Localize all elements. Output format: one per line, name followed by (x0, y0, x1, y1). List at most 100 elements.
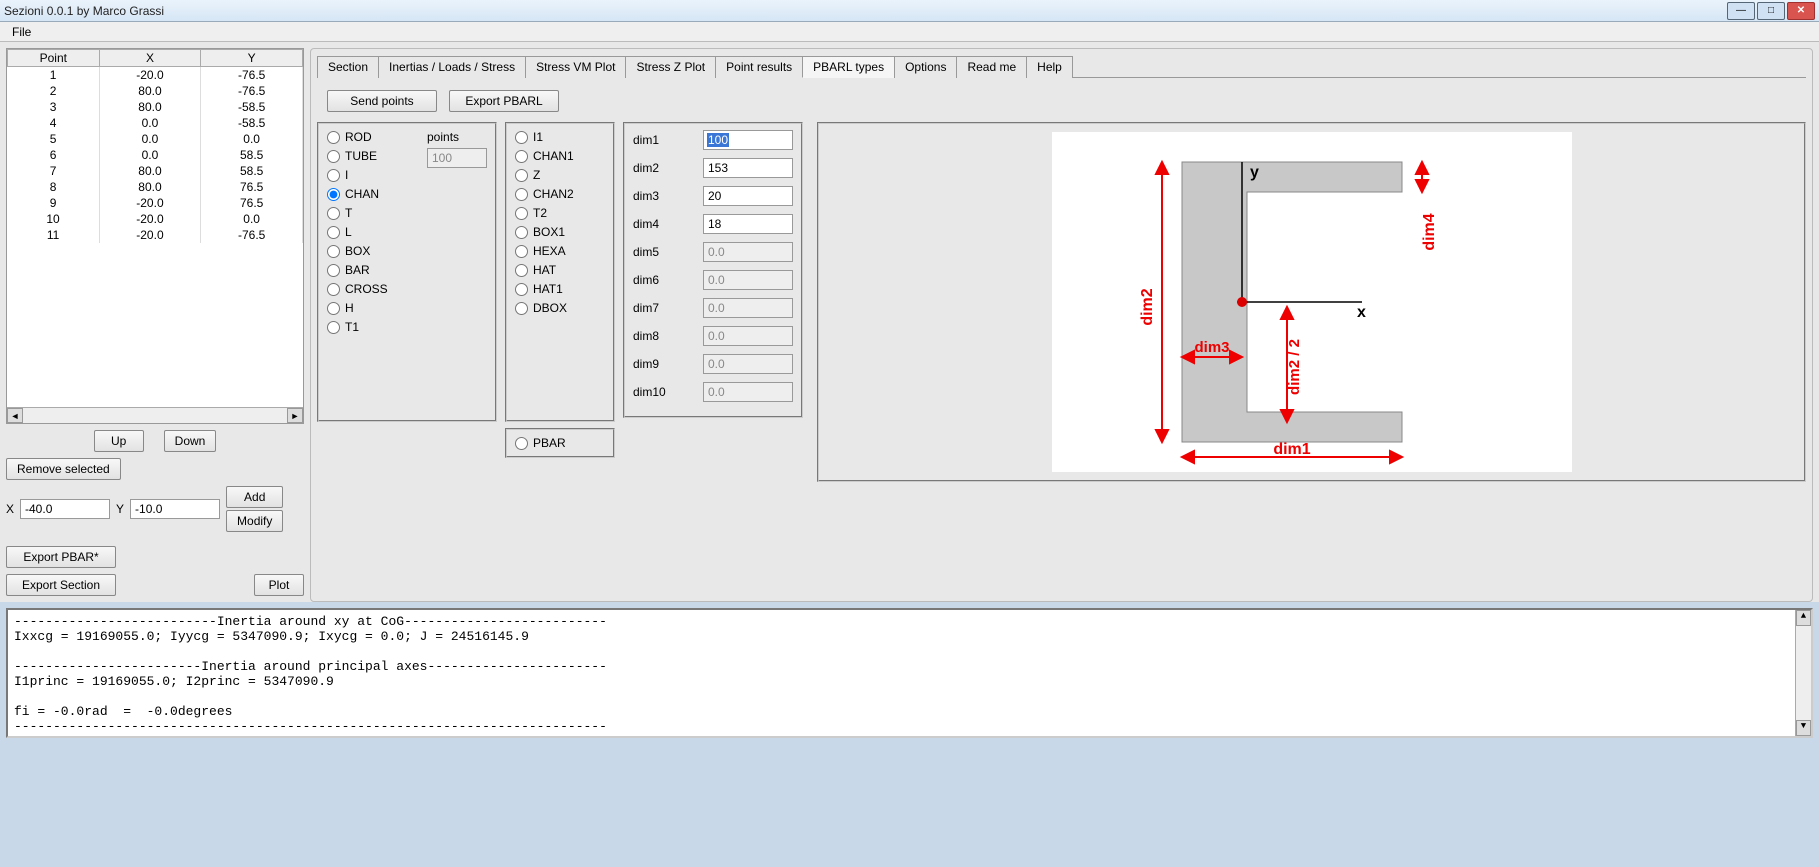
col-x[interactable]: X (99, 50, 201, 67)
section-diagram: y x dim2 (817, 122, 1806, 482)
table-row[interactable]: 9-20.076.5 (8, 195, 303, 211)
svg-text:dim1: dim1 (1273, 441, 1310, 458)
radio-pbar[interactable]: PBAR (515, 436, 605, 450)
table-row[interactable]: 60.058.5 (8, 147, 303, 163)
table-row[interactable]: 11-20.0-76.5 (8, 227, 303, 243)
tab-stress-vm[interactable]: Stress VM Plot (525, 56, 626, 78)
radio-bar[interactable]: BAR (327, 263, 417, 277)
tab-pbarl-types[interactable]: PBARL types (802, 56, 895, 78)
dim3-label: dim3 (633, 189, 673, 203)
output-console[interactable]: --------------------------Inertia around… (6, 608, 1813, 738)
radio-dbox[interactable]: DBOX (515, 301, 605, 315)
tab-section[interactable]: Section (317, 56, 379, 78)
table-row[interactable]: 50.00.0 (8, 131, 303, 147)
dim-row-dim9: dim9 (633, 354, 793, 374)
tab-inertias[interactable]: Inertias / Loads / Stress (378, 56, 526, 78)
radio-t1[interactable]: T1 (327, 320, 417, 334)
radio-i1[interactable]: I1 (515, 130, 605, 144)
radio-hat1[interactable]: HAT1 (515, 282, 605, 296)
dim-row-dim5: dim5 (633, 242, 793, 262)
dim-row-dim8: dim8 (633, 326, 793, 346)
svg-text:dim3: dim3 (1194, 339, 1229, 356)
col-point[interactable]: Point (8, 50, 100, 67)
radio-hexa[interactable]: HEXA (515, 244, 605, 258)
dim6-label: dim6 (633, 273, 673, 287)
x-input[interactable] (20, 499, 110, 519)
dim8-label: dim8 (633, 329, 673, 343)
export-pbarl-button[interactable]: Export PBARL (449, 90, 559, 112)
radio-h[interactable]: H (327, 301, 417, 315)
modify-button[interactable]: Modify (226, 510, 283, 532)
y-input[interactable] (130, 499, 220, 519)
radio-t[interactable]: T (327, 206, 417, 220)
tab-options[interactable]: Options (894, 56, 957, 78)
dim4-input[interactable] (703, 214, 793, 234)
dim9-input (703, 354, 793, 374)
menu-bar: File (0, 22, 1819, 42)
console-vscroll[interactable]: ▲▼ (1795, 610, 1811, 736)
table-row[interactable]: 880.076.5 (8, 179, 303, 195)
scroll-right-icon[interactable]: ► (287, 408, 303, 423)
table-row[interactable]: 780.058.5 (8, 163, 303, 179)
table-row[interactable]: 1-20.0-76.5 (8, 67, 303, 84)
table-hscroll[interactable]: ◄ ► (7, 407, 303, 423)
export-pbar-button[interactable]: Export PBAR* (6, 546, 116, 568)
radio-cross[interactable]: CROSS (327, 282, 417, 296)
export-section-button[interactable]: Export Section (6, 574, 116, 596)
up-button[interactable]: Up (94, 430, 144, 452)
scroll-up-icon[interactable]: ▲ (1796, 610, 1811, 626)
col-y[interactable]: Y (201, 50, 303, 67)
radio-i[interactable]: I (327, 168, 417, 182)
tab-stress-z[interactable]: Stress Z Plot (625, 56, 716, 78)
window-title: Sezioni 0.0.1 by Marco Grassi (4, 4, 1727, 18)
radio-z[interactable]: Z (515, 168, 605, 182)
tab-point-results[interactable]: Point results (715, 56, 803, 78)
dim2-label: dim2 (633, 161, 673, 175)
right-pane: Section Inertias / Loads / Stress Stress… (310, 48, 1813, 602)
add-button[interactable]: Add (226, 486, 283, 508)
down-button[interactable]: Down (164, 430, 217, 452)
plot-button[interactable]: Plot (254, 574, 304, 596)
dim4-label: dim4 (633, 217, 673, 231)
x-label: X (6, 502, 14, 516)
maximize-button[interactable]: □ (1757, 2, 1785, 20)
dim3-input[interactable] (703, 186, 793, 206)
dim2-input[interactable] (703, 158, 793, 178)
minimize-button[interactable]: — (1727, 2, 1755, 20)
types-group-b: I1 CHAN1 Z CHAN2 T2 BOX1 HEXA HAT HAT1 DBOX (505, 122, 615, 422)
radio-box[interactable]: BOX (327, 244, 417, 258)
table-row[interactable]: 40.0-58.5 (8, 115, 303, 131)
radio-rod[interactable]: ROD (327, 130, 417, 144)
remove-selected-button[interactable]: Remove selected (6, 458, 121, 480)
radio-t2[interactable]: T2 (515, 206, 605, 220)
tab-help[interactable]: Help (1026, 56, 1073, 78)
dim5-label: dim5 (633, 245, 673, 259)
tabs: Section Inertias / Loads / Stress Stress… (317, 55, 1806, 78)
scroll-left-icon[interactable]: ◄ (7, 408, 23, 423)
points-table[interactable]: Point X Y 1-20.0-76.5280.0-76.5380.0-58.… (7, 49, 303, 243)
radio-l[interactable]: L (327, 225, 417, 239)
dim6-input (703, 270, 793, 290)
radio-chan[interactable]: CHAN (327, 187, 417, 201)
menu-file[interactable]: File (6, 23, 37, 41)
dim8-input (703, 326, 793, 346)
points-table-wrap: Point X Y 1-20.0-76.5280.0-76.5380.0-58.… (6, 48, 304, 424)
dim10-input (703, 382, 793, 402)
tab-readme[interactable]: Read me (956, 56, 1027, 78)
dims-group: dim1100dim2dim3dim4dim5dim6dim7dim8dim9d… (623, 122, 803, 418)
svg-text:y: y (1250, 164, 1259, 181)
scroll-down-icon[interactable]: ▼ (1796, 720, 1811, 736)
radio-tube[interactable]: TUBE (327, 149, 417, 163)
close-button[interactable]: ✕ (1787, 2, 1815, 20)
svg-text:dim4: dim4 (1421, 213, 1438, 250)
table-row[interactable]: 380.0-58.5 (8, 99, 303, 115)
table-row[interactable]: 10-20.00.0 (8, 211, 303, 227)
table-row[interactable]: 280.0-76.5 (8, 83, 303, 99)
radio-chan2[interactable]: CHAN2 (515, 187, 605, 201)
radio-chan1[interactable]: CHAN1 (515, 149, 605, 163)
dim10-label: dim10 (633, 385, 673, 399)
send-points-button[interactable]: Send points (327, 90, 437, 112)
radio-hat[interactable]: HAT (515, 263, 605, 277)
left-pane: Point X Y 1-20.0-76.5280.0-76.5380.0-58.… (0, 42, 310, 602)
radio-box1[interactable]: BOX1 (515, 225, 605, 239)
